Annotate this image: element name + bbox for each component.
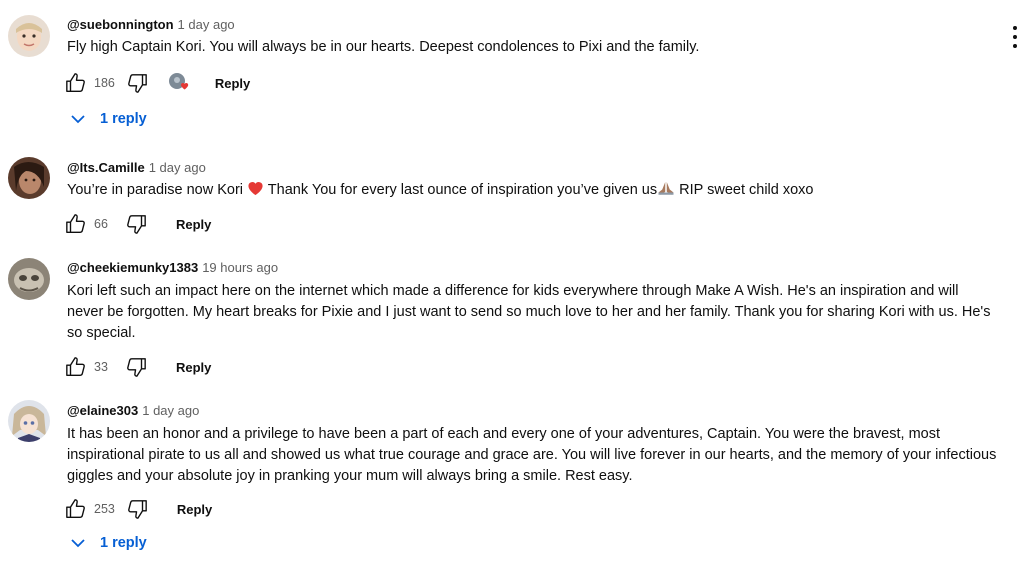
thumb-down-icon (127, 358, 146, 377)
reply-button[interactable]: Reply (176, 217, 211, 232)
creator-heart-icon (167, 71, 191, 95)
like-count: 253 (94, 502, 115, 516)
reply-button[interactable]: Reply (215, 76, 250, 91)
replies-count: 1 reply (100, 111, 147, 127)
comment-header: @Its.Camille 1 day ago (67, 160, 206, 175)
like-count: 66 (94, 217, 108, 231)
avatar[interactable] (8, 258, 50, 300)
thumb-down-icon (127, 74, 147, 93)
comment-text-part: Thank You for every last ounce of inspir… (264, 182, 658, 198)
thumb-up-icon (66, 357, 85, 376)
like-count: 33 (94, 360, 108, 374)
author-name[interactable]: @Its.Camille (67, 160, 145, 175)
comment-text: You’re in paradise now Kori Thank You fo… (67, 180, 997, 203)
avatar[interactable] (8, 157, 50, 199)
comment-actions: 33 Reply (64, 355, 211, 379)
timestamp[interactable]: 19 hours ago (202, 260, 278, 275)
comment-actions: 186 Reply (64, 71, 250, 95)
praying-hands-emoji (657, 180, 675, 203)
author-name[interactable]: @cheekiemunky1383 (67, 260, 198, 275)
comment-header: @elaine303 1 day ago (67, 403, 199, 418)
dislike-button[interactable] (125, 497, 149, 521)
chevron-down-icon (71, 539, 85, 548)
dislike-button[interactable] (124, 212, 148, 236)
thumb-down-icon (127, 500, 147, 519)
dislike-button[interactable] (124, 355, 148, 379)
timestamp[interactable]: 1 day ago (149, 160, 206, 175)
avatar[interactable] (8, 15, 50, 57)
author-name[interactable]: @elaine303 (67, 403, 138, 418)
view-replies-button[interactable]: 1 reply (70, 111, 147, 127)
comment-actions: 253 Reply (64, 497, 212, 521)
comment-actions: 66 Reply (64, 212, 211, 236)
thumb-up-icon (66, 499, 85, 518)
like-button[interactable] (64, 355, 88, 379)
like-button[interactable] (64, 71, 88, 95)
thumb-up-icon (66, 214, 85, 233)
like-count: 186 (94, 76, 115, 90)
avatar[interactable] (8, 400, 50, 442)
comment-header: @suebonnington 1 day ago (67, 17, 235, 32)
comment-text: Kori left such an impact here on the int… (67, 283, 991, 341)
like-button[interactable] (64, 212, 88, 236)
thumb-up-icon (66, 73, 85, 92)
comment-text-part: You’re in paradise now Kori (67, 182, 243, 198)
timestamp[interactable]: 1 day ago (142, 403, 199, 418)
comment-text: It has been an honor and a privilege to … (67, 426, 997, 484)
replies-count: 1 reply (100, 535, 147, 551)
comment-header: @cheekiemunky1383 19 hours ago (67, 260, 278, 275)
more-vert-icon[interactable] (1009, 26, 1021, 48)
red-heart-emoji (247, 180, 264, 203)
chevron-down-icon (71, 115, 85, 124)
comment-text-part: RIP sweet child xoxo (675, 182, 814, 198)
timestamp[interactable]: 1 day ago (178, 17, 235, 32)
author-name[interactable]: @suebonnington (67, 17, 174, 32)
dislike-button[interactable] (125, 71, 149, 95)
comment-text: Fly high Captain Kori. You will always b… (67, 39, 700, 55)
reply-button[interactable]: Reply (177, 502, 212, 517)
reply-button[interactable]: Reply (176, 360, 211, 375)
view-replies-button[interactable]: 1 reply (70, 535, 147, 551)
like-button[interactable] (64, 497, 88, 521)
thumb-down-icon (127, 215, 146, 234)
